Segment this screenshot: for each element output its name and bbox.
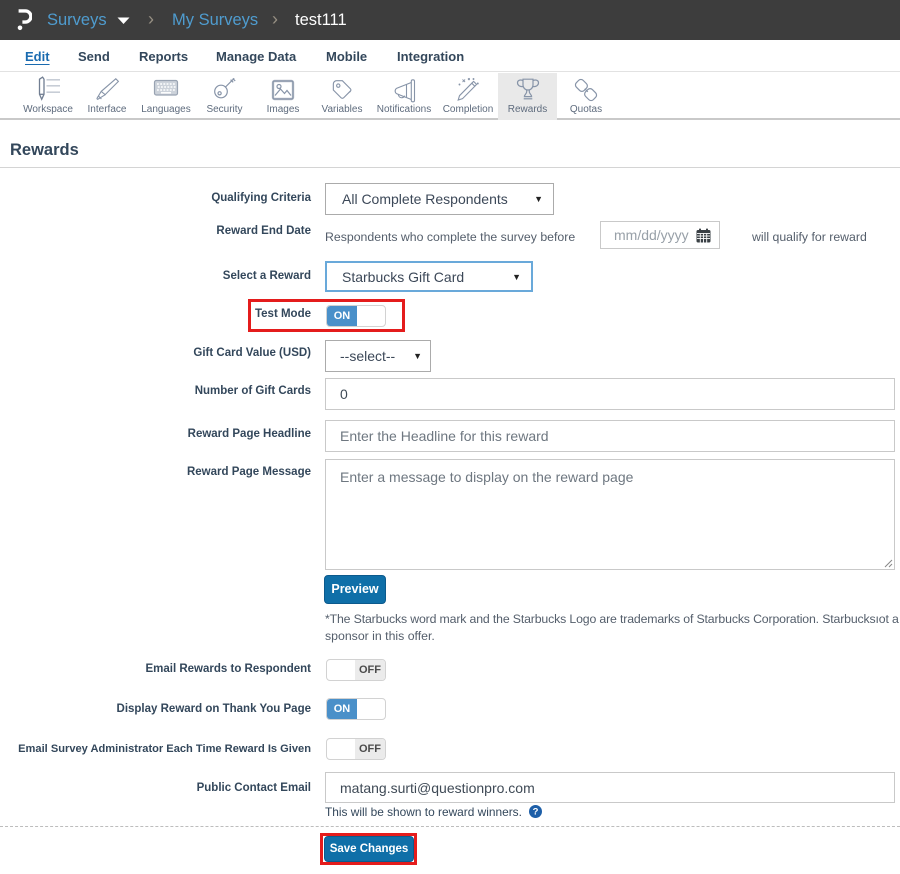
svg-text:?: ? <box>533 807 539 818</box>
